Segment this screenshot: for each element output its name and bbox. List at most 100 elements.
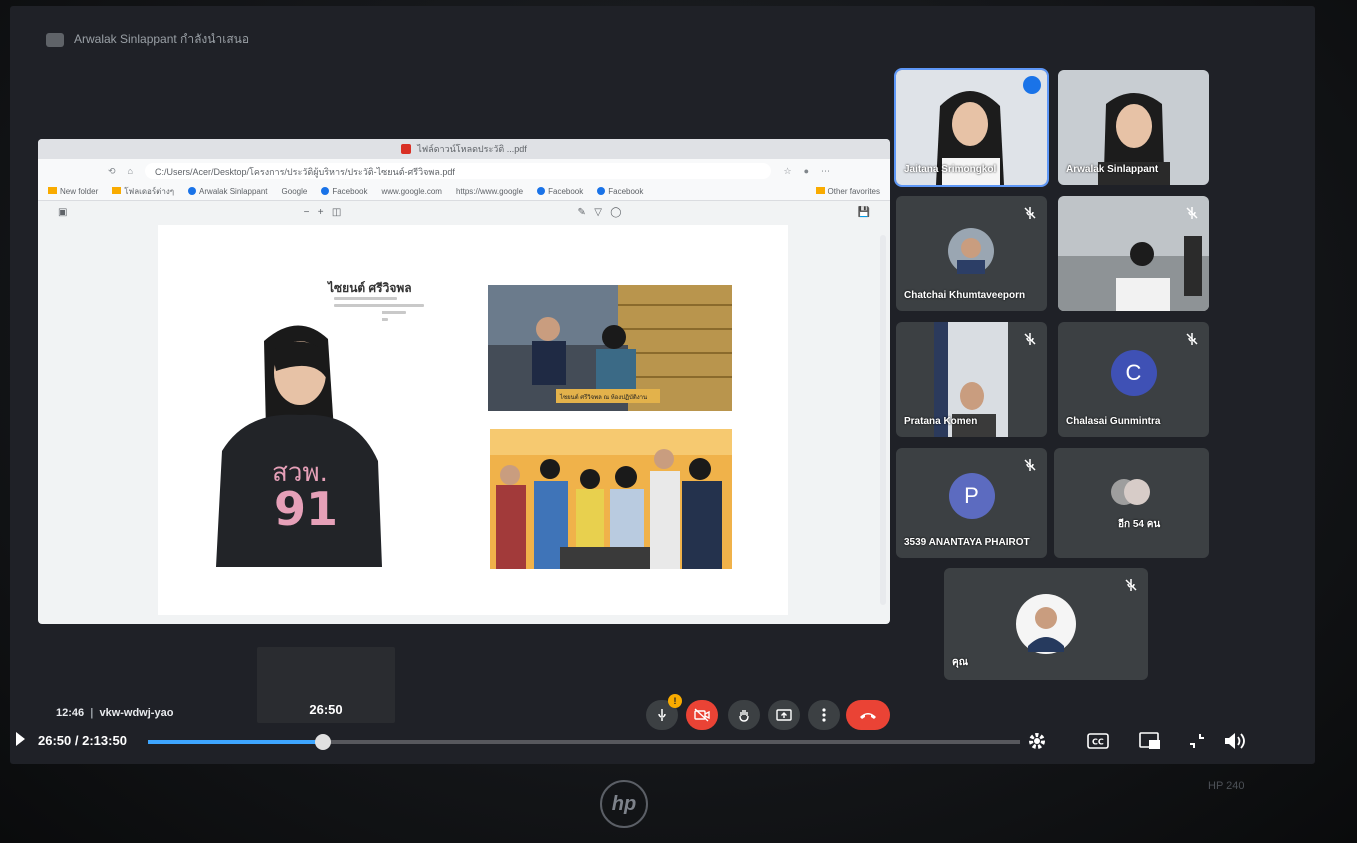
video-frame: Arwalak Sinlappant กำลังนำเสนอ ไฟล์ดาวน์… [10,6,1315,764]
subtitles-button[interactable]: CC [1086,730,1110,752]
more-icon[interactable]: ⋯ [821,166,830,177]
mic-off-icon [1125,579,1137,591]
others-tile[interactable]: อีก 54 คน [1054,448,1209,558]
bookmark-item[interactable]: https://www.google [456,187,523,196]
browser-address-row: ⟲ ⌂ C:/Users/Acer/Desktop/โครงการ/ประวัต… [38,159,890,183]
gear-icon [1029,733,1045,749]
miniplayer-icon [1139,732,1160,749]
bookmark-item[interactable]: Arwalak Sinlappant [188,187,268,196]
pdf-page: ไซยนต์ ศรีวิจพล สวพ. 91 ไซยนต์ ศรีวิจพล … [158,225,788,615]
participant-name: Jaitana Srimongkol [904,164,997,175]
present-icon [46,32,64,47]
participant-tile[interactable]: Pratana Komen [896,322,1047,437]
browser-titlebar: ไฟล์ดาวน์โหลดประวัติ ...pdf [38,139,890,159]
mic-off-icon [1186,333,1198,345]
shirt-text-2: 91 [274,482,338,536]
mic-off-icon [1024,459,1036,471]
seek-handle[interactable] [314,734,331,750]
avatar [948,228,994,274]
bookmark-item[interactable]: Facebook [597,187,643,196]
seek-progress [148,740,323,744]
mic-off-icon [1186,207,1198,219]
star-icon[interactable]: ☆ [783,166,791,177]
meeting-info: 12:46 | vkw-wdwj-yao [56,707,174,719]
participant-name: Chalasai Gunmintra [1066,416,1161,427]
present-screen-icon [776,709,792,721]
leave-call-button[interactable] [846,700,890,730]
cc-icon: CC [1087,733,1109,749]
self-tile[interactable]: คุณ [944,568,1148,680]
miniplayer-button[interactable] [1138,730,1162,752]
participant-name: 3539 ANANTAYA PHAIROT [904,537,1030,548]
mic-button[interactable]: ! [646,694,682,730]
volume-icon [1225,733,1245,749]
settings-button[interactable] [1026,730,1048,752]
hp-logo: hp [600,780,648,828]
participant-name: Arwalak Sinlappant [1066,164,1159,175]
save-icon[interactable]: 💾 [858,207,870,218]
pdf-scrollbar[interactable] [880,235,886,605]
pdf-icon [401,144,412,154]
office-photo: ไซยนต์ ศรีวิจพล ณ ห้องปฏิบัติงาน [488,285,732,411]
meeting-code: vkw-wdwj-yao [99,707,174,719]
participant-name: Chatchai Khumtaveeporn [904,290,1026,301]
preview-time: 26:50 [309,702,343,717]
seek-bar[interactable] [148,734,1020,750]
group-photo [490,429,732,569]
shared-screen: ไฟล์ดาวน์โหลดประวัติ ...pdf ⟲ ⌂ C:/Users… [38,139,890,624]
bookmarks-bar: New folder โฟลเดอร์ต่างๆ Arwalak Sinlapp… [38,183,890,201]
fullscreen-exit-button[interactable] [1186,730,1208,752]
duration: 2:13:50 [82,733,127,748]
presenter-label: Arwalak Sinlappant กำลังนำเสนอ [74,32,250,46]
back-icon[interactable]: ⟲ [108,166,116,177]
bookmark-item[interactable]: Facebook [537,187,583,196]
others-count: อีก 54 คน [1118,519,1161,530]
mic-icon [658,709,666,721]
presenter-chip: Arwalak Sinlappant กำลังนำเสนอ [46,30,249,49]
avatar-initial: P [948,473,995,519]
portrait-photo: สวพ. 91 [216,311,382,567]
home-icon[interactable]: ⌂ [128,166,133,176]
play-icon[interactable] [16,732,25,746]
mic-off-icon [1024,207,1036,219]
mic-off-icon [1024,333,1036,345]
bookmark-item[interactable]: www.google.com [381,187,441,196]
profile-icon[interactable]: ● [804,166,809,176]
participant-tile[interactable]: Arwalak Sinlappant [1058,70,1209,185]
present-button[interactable] [768,700,800,730]
participant-tile[interactable]: Chatchai Khumtaveeporn [896,196,1047,311]
hand-icon [739,710,749,722]
participant-tile[interactable] [1058,196,1209,311]
draw-tools[interactable]: ✎ ▽ ◯ [577,207,621,218]
meeting-time: 12:46 [56,707,85,719]
more-options-button[interactable] [808,700,840,730]
bookmark-item[interactable]: Other favorites [815,187,880,196]
svg-text:CC: CC [1092,738,1104,747]
camera-off-button[interactable] [686,700,718,730]
participant-tile[interactable]: Jaitana Srimongkol [894,68,1049,187]
more-vert-icon [822,708,826,722]
camera-off-icon [694,708,710,722]
fullscreen-exit-icon [1190,734,1204,748]
avatar [1016,594,1076,654]
raise-hand-button[interactable] [728,700,760,730]
hang-up-icon [860,713,876,719]
volume-button[interactable] [1222,730,1248,752]
participant-tile[interactable]: C Chalasai Gunmintra [1058,322,1209,437]
bookmark-item[interactable]: New folder [48,187,98,196]
current-time: 26:50 [38,733,72,748]
avatar-initial: C [1110,349,1157,396]
bookmark-item[interactable]: Google [282,187,308,196]
others-avatars [1111,479,1150,505]
seek-preview: 26:50 [257,647,395,723]
pdf-toolbar: ▣ − + ◫ ✎ ▽ ◯ 💾 [38,201,890,223]
bookmark-item[interactable]: Facebook [321,187,367,196]
zoom-controls[interactable]: − + ◫ [304,207,342,218]
bookmark-item[interactable]: โฟลเดอร์ต่างๆ [112,185,174,198]
participant-tile[interactable]: P 3539 ANANTAYA PHAIROT [896,448,1047,558]
time-display: 26:50 / 2:13:50 [38,733,127,748]
notification-badge: ! [668,694,682,708]
sidebar-toggle-icon[interactable]: ▣ [58,207,67,218]
address-bar[interactable]: C:/Users/Acer/Desktop/โครงการ/ประวัติผู้… [144,163,772,179]
participant-name: คุณ [952,657,968,668]
